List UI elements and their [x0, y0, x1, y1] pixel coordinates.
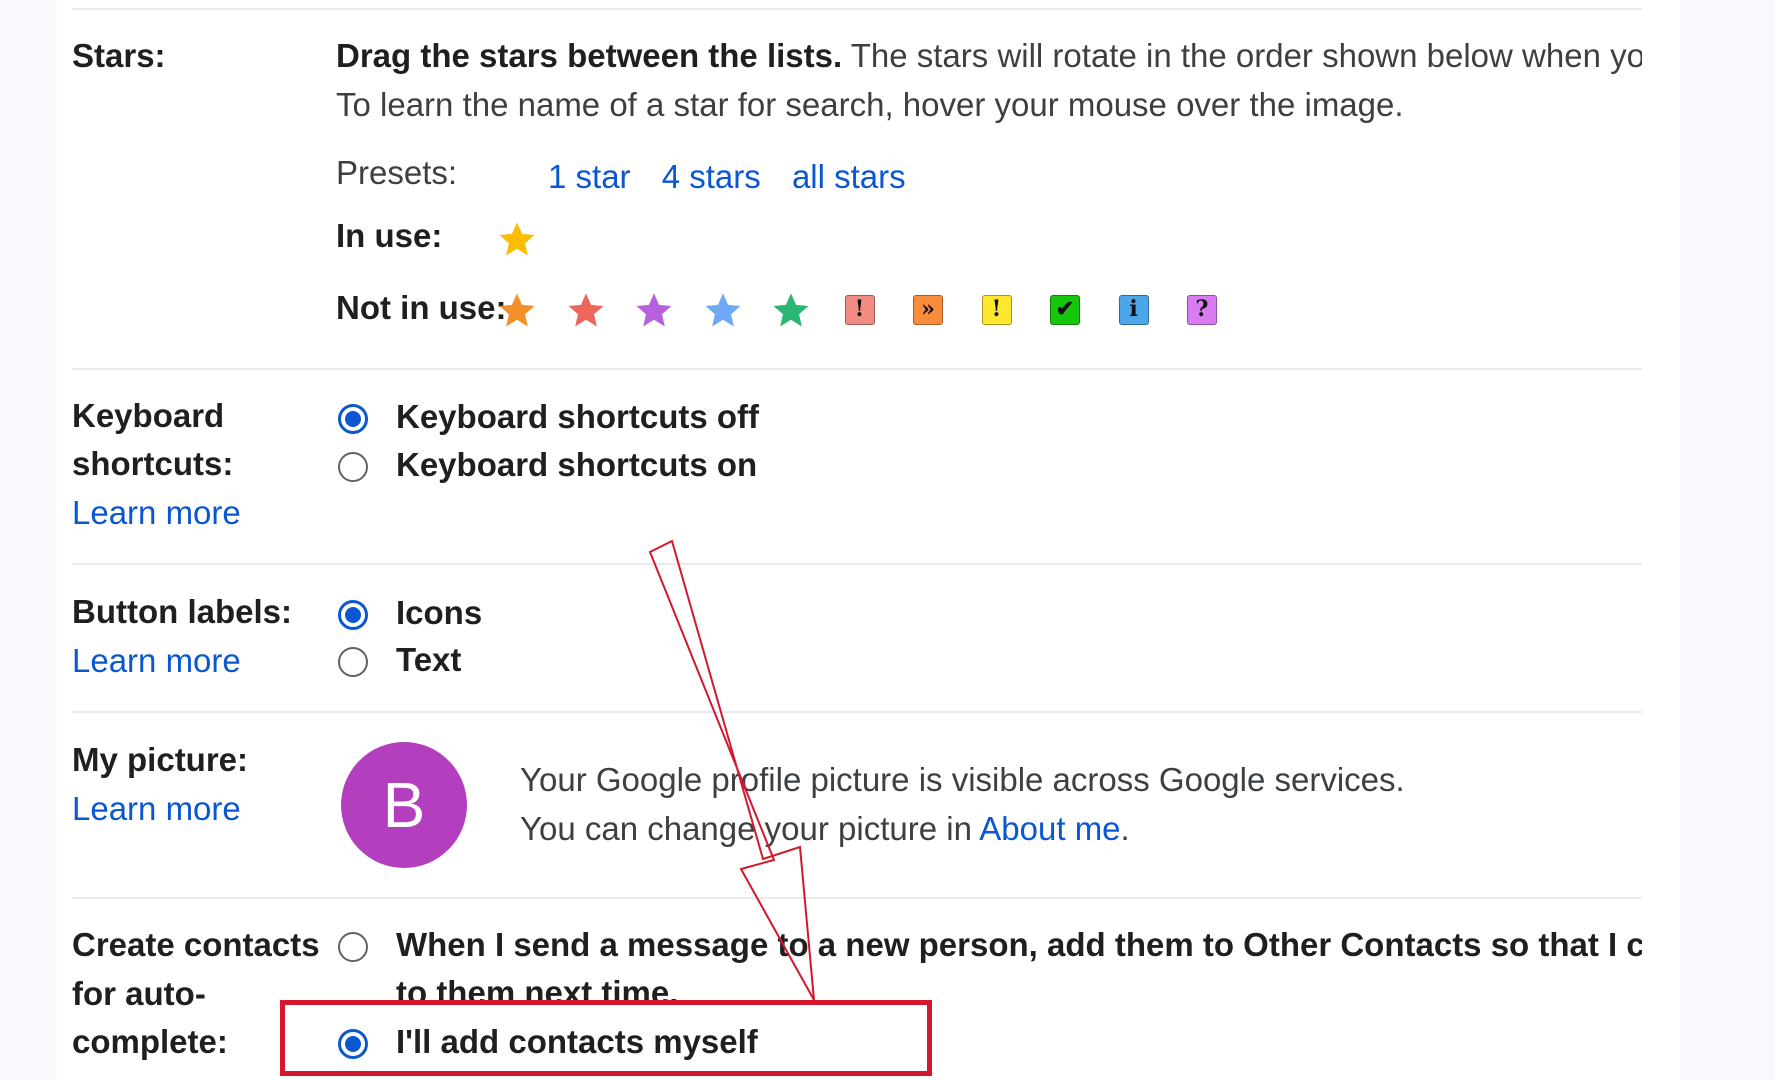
stars-hover-hint: To learn the name of a star for search, … — [336, 86, 1404, 123]
profile-picture-change-text: You can change your picture in — [520, 810, 980, 847]
avatar[interactable]: B — [341, 742, 467, 868]
stars-label: Stars: — [72, 37, 166, 74]
create-contacts-auto-label[interactable]: When I send a message to a new person, a… — [396, 921, 1642, 969]
button-labels-learn-more-link[interactable]: Learn more — [72, 636, 241, 685]
red-bang-icon[interactable]: ! — [844, 295, 875, 325]
keyboard-shortcuts-label-line2: shortcuts: — [72, 445, 234, 482]
green-star-icon[interactable] — [770, 289, 812, 331]
settings-panel: Stars: Drag the stars between the lists.… — [56, 0, 1680, 1080]
stars-instructions: Drag the stars between the lists. The st… — [336, 31, 1642, 80]
preset-all-stars[interactable]: all stars — [792, 158, 906, 195]
profile-picture-info: Your Google profile picture is visible a… — [520, 761, 1405, 798]
create-contacts-label-line2: for auto- — [72, 975, 206, 1012]
button-labels-text-radio[interactable] — [338, 647, 368, 677]
keyboard-shortcuts-off-radio[interactable] — [338, 404, 368, 434]
in-use-label: In use: — [336, 217, 443, 254]
divider — [72, 711, 1642, 713]
my-picture-learn-more-link[interactable]: Learn more — [72, 784, 241, 833]
profile-picture-change-suffix: . — [1120, 810, 1130, 847]
my-picture-label: My picture: — [72, 741, 249, 778]
button-labels-label: Button labels: — [72, 593, 292, 630]
create-contacts-label-line1: Create contacts — [72, 926, 320, 963]
annotation-highlight-box — [280, 1000, 932, 1076]
green-check-icon[interactable]: ✔ — [1050, 295, 1080, 325]
preset-links: 1 star 4 stars all stars — [548, 152, 906, 201]
divider — [72, 897, 1642, 899]
button-labels-text-label[interactable]: Text — [396, 636, 461, 684]
blue-info-icon[interactable]: i — [1118, 295, 1149, 325]
preset-4-stars[interactable]: 4 stars — [662, 158, 761, 195]
divider — [72, 8, 1642, 10]
profile-picture-change: You can change your picture in About me. — [520, 804, 1130, 853]
create-contacts-label-line3: complete: — [72, 1023, 228, 1060]
preset-1-star[interactable]: 1 star — [548, 158, 631, 195]
keyboard-learn-more-link[interactable]: Learn more — [72, 488, 241, 537]
blue-star-icon[interactable] — [702, 289, 744, 331]
about-me-link[interactable]: About me — [979, 810, 1120, 847]
stars-instructions-bold: Drag the stars between the lists. — [336, 37, 843, 74]
keyboard-shortcuts-on-radio[interactable] — [338, 452, 368, 482]
divider — [72, 368, 1642, 370]
keyboard-shortcuts-off-label[interactable]: Keyboard shortcuts off — [396, 393, 759, 441]
yellow-bang-icon[interactable]: ! — [981, 295, 1012, 325]
not-in-use-label: Not in use: — [336, 289, 507, 326]
create-contacts-auto-radio[interactable] — [338, 932, 368, 962]
stars-instructions-rest: The stars will rotate in the order shown… — [850, 37, 1642, 74]
button-labels-icons-radio[interactable] — [338, 600, 368, 630]
purple-question-icon[interactable]: ? — [1187, 295, 1217, 325]
purple-star-icon[interactable] — [633, 289, 675, 331]
presets-label: Presets: — [336, 154, 458, 191]
yellow-star-icon[interactable] — [496, 218, 538, 260]
keyboard-shortcuts-label-line1: Keyboard — [72, 397, 225, 434]
button-labels-icons-label[interactable]: Icons — [396, 589, 482, 637]
orange-star-icon[interactable] — [496, 289, 538, 331]
divider — [72, 563, 1642, 565]
red-star-icon[interactable] — [565, 289, 607, 331]
keyboard-shortcuts-on-label[interactable]: Keyboard shortcuts on — [396, 441, 757, 489]
orange-guillemet-icon[interactable]: » — [913, 295, 943, 325]
